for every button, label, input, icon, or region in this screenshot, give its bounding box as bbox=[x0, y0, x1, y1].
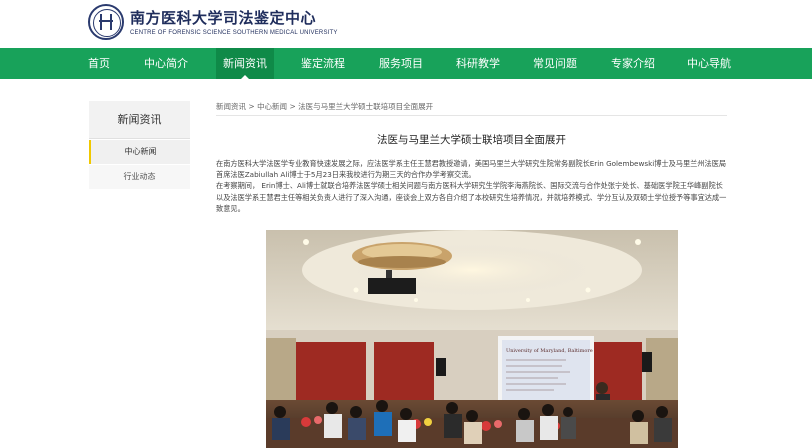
main-content: 新闻资讯 > 中心新闻 > 法医与马里兰大学硕士联培项目全面展开 法医与马里兰大… bbox=[216, 100, 727, 214]
sidebar-item-industry-news[interactable]: 行业动态 bbox=[89, 165, 190, 189]
breadcrumb-item-current: 法医与马里兰大学硕士联培项目全面展开 bbox=[298, 102, 434, 111]
site-header: 南方医科大学司法鉴定中心 CENTRE OF FORENSIC SCIENCE … bbox=[0, 0, 812, 48]
breadcrumb-item-news[interactable]: 新闻资讯 bbox=[216, 102, 246, 111]
article-paragraph: 在南方医科大学法医学专业教育快速发展之际，应法医学系主任王慧君教授邀请，美国马里… bbox=[216, 159, 727, 180]
site-logo[interactable]: 南方医科大学司法鉴定中心 CENTRE OF FORENSIC SCIENCE … bbox=[88, 4, 338, 40]
nav-item-news[interactable]: 新闻资讯 bbox=[216, 48, 274, 79]
logo-title-en: CENTRE OF FORENSIC SCIENCE SOUTHERN MEDI… bbox=[130, 29, 338, 36]
sidebar-title: 新闻资讯 bbox=[89, 101, 190, 139]
sidebar: 新闻资讯 中心新闻 行业动态 bbox=[89, 101, 190, 189]
nav-item-experts[interactable]: 专家介绍 bbox=[606, 48, 660, 79]
sidebar-item-center-news[interactable]: 中心新闻 bbox=[89, 140, 190, 164]
conference-room-photo: University of Maryland, Baltimore bbox=[266, 230, 678, 448]
article-body: 在南方医科大学法医学专业教育快速发展之际，应法医学系主任王慧君教授邀请，美国马里… bbox=[216, 158, 727, 214]
breadcrumb-separator: > bbox=[246, 102, 258, 111]
university-seal-icon bbox=[88, 4, 124, 40]
breadcrumb: 新闻资讯 > 中心新闻 > 法医与马里兰大学硕士联培项目全面展开 bbox=[216, 100, 727, 116]
breadcrumb-separator: > bbox=[287, 102, 299, 111]
nav-item-home[interactable]: 首页 bbox=[80, 48, 118, 79]
article-photo: University of Maryland, Baltimore bbox=[266, 230, 678, 448]
nav-item-navigation[interactable]: 中心导航 bbox=[682, 48, 736, 79]
logo-title-cn: 南方医科大学司法鉴定中心 bbox=[130, 8, 317, 27]
nav-item-process[interactable]: 鉴定流程 bbox=[296, 48, 350, 79]
nav-item-about[interactable]: 中心简介 bbox=[142, 48, 190, 79]
nav-item-services[interactable]: 服务项目 bbox=[374, 48, 428, 79]
article-title: 法医与马里兰大学硕士联培项目全面展开 bbox=[377, 134, 566, 146]
article-paragraph: 在考察期间， Erin博士、Ali博士就联合培养法医学硕士相关问题与南方医科大学… bbox=[216, 181, 727, 213]
main-nav: 首页 中心简介 新闻资讯 鉴定流程 服务项目 科研教学 常见问题 专家介绍 中心… bbox=[0, 48, 812, 79]
breadcrumb-item-center-news[interactable]: 中心新闻 bbox=[257, 102, 287, 111]
logo-text: 南方医科大学司法鉴定中心 CENTRE OF FORENSIC SCIENCE … bbox=[130, 9, 338, 36]
nav-item-faq[interactable]: 常见问题 bbox=[528, 48, 582, 79]
screen-title: University of Maryland, Baltimore bbox=[506, 348, 593, 354]
nav-item-research[interactable]: 科研教学 bbox=[451, 48, 505, 79]
